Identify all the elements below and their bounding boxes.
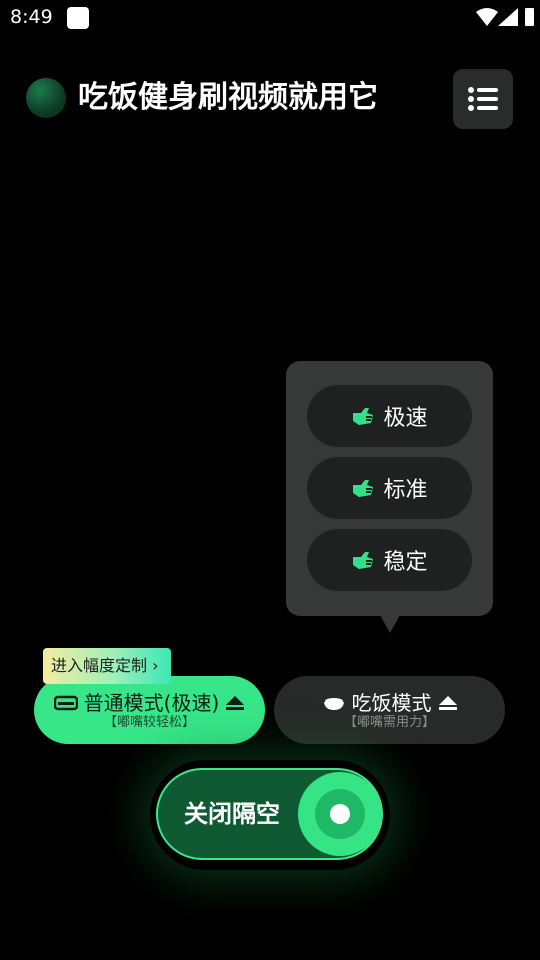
toggle-label: 关闭隔空 [184, 800, 280, 828]
speed-popup: 极速 标准 稳定 [286, 361, 493, 616]
speed-option-standard[interactable]: 标准 [307, 457, 472, 519]
normal-mode-button[interactable]: 普通模式(极速) 【嘟嘴较轻松】 [34, 676, 265, 744]
speed-option-label: 标准 [383, 478, 428, 503]
gesture-hand-icon [351, 549, 375, 571]
app-title: 吃饭健身刷视频就用它 [78, 80, 378, 115]
gesture-hand-icon [351, 477, 375, 499]
rice-bowl-icon [323, 698, 344, 710]
knob-dot [330, 804, 350, 824]
popup-tail [380, 615, 400, 633]
signal-icon [498, 8, 518, 26]
eat-mode-label: 吃饭模式 [351, 691, 432, 715]
eject-icon [226, 696, 245, 710]
isolation-toggle[interactable]: 关闭隔空 [156, 768, 383, 860]
list-menu-icon [468, 87, 498, 111]
normal-mode-label: 普通模式(极速) [83, 691, 220, 715]
wifi-icon [476, 8, 498, 26]
sofa-icon [53, 695, 78, 711]
speed-option-label: 稳定 [383, 550, 428, 575]
normal-mode-sublabel: 【嘟嘴较轻松】 [103, 715, 195, 730]
status-bar: 8:49 [0, 0, 540, 36]
app-logo [26, 78, 66, 118]
toggle-knob[interactable] [298, 772, 382, 856]
speed-option-fast[interactable]: 极速 [307, 385, 472, 447]
gesture-hand-icon [351, 405, 375, 427]
battery-icon [525, 8, 534, 26]
notification-app-icon [67, 7, 89, 29]
speed-option-stable[interactable]: 稳定 [307, 529, 472, 591]
knob-inner [315, 789, 365, 839]
status-time: 8:49 [10, 6, 53, 28]
eat-mode-sublabel: 【嘟嘴需用力】 [343, 715, 435, 730]
menu-button[interactable] [453, 69, 513, 129]
speed-option-label: 极速 [383, 406, 428, 431]
eat-mode-button[interactable]: 吃饭模式 【嘟嘴需用力】 [274, 676, 505, 744]
eject-icon [438, 696, 457, 710]
custom-amplitude-tag[interactable]: 进入幅度定制 › [43, 648, 171, 684]
